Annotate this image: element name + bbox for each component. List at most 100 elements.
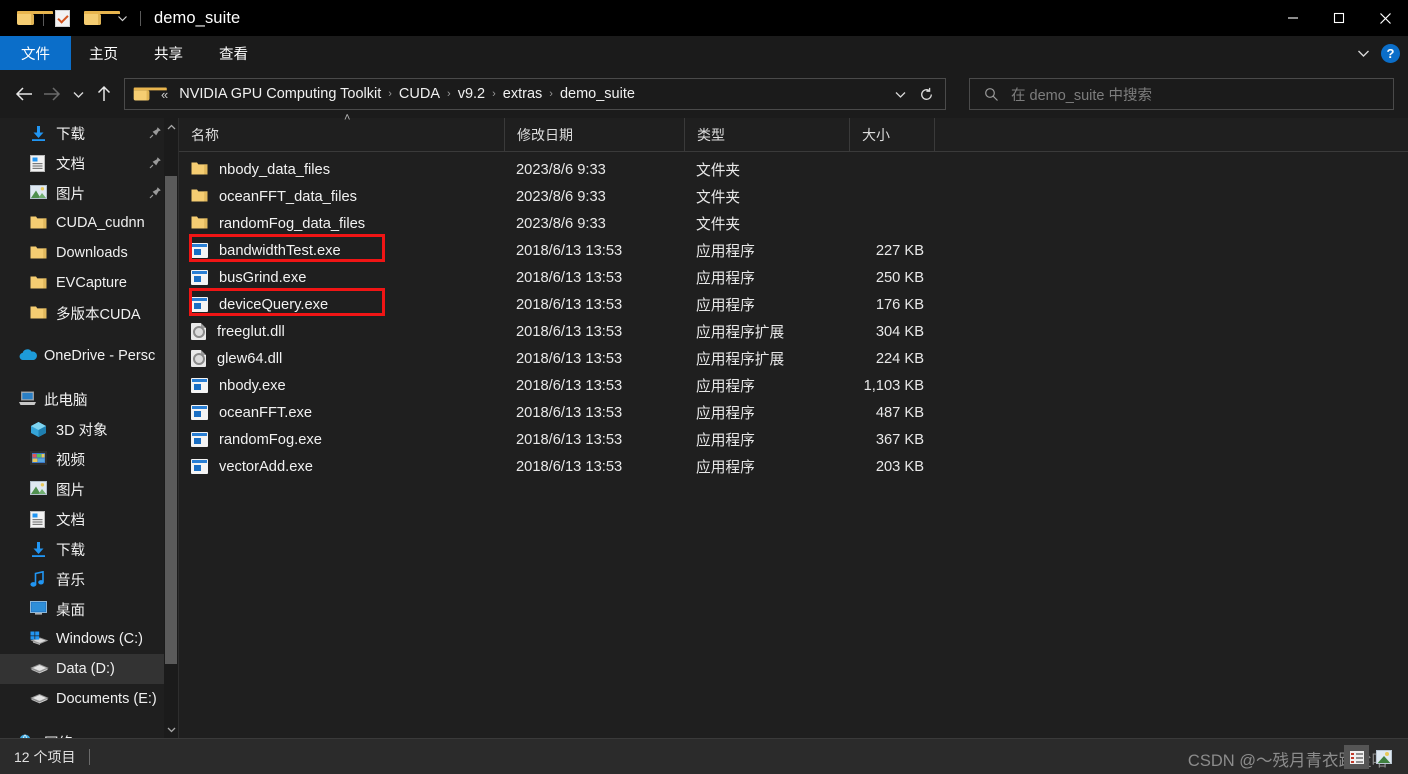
table-row[interactable]: deviceQuery.exe 2018/6/13 13:53 应用程序 176 KB bbox=[179, 291, 1408, 318]
search-box[interactable]: 在 demo_suite 中搜索 bbox=[969, 78, 1394, 110]
help-button[interactable]: ? bbox=[1381, 43, 1400, 63]
sidebar-item-cuda-cudnn[interactable]: CUDA_cudnn bbox=[0, 208, 178, 238]
address-dropdown-button[interactable] bbox=[887, 79, 913, 109]
pin-icon[interactable] bbox=[149, 126, 162, 139]
up-button[interactable] bbox=[90, 79, 118, 109]
file-date-cell: 2023/8/6 9:33 bbox=[516, 188, 606, 205]
column-header-name[interactable]: 名称 ˄ bbox=[179, 112, 504, 152]
table-row[interactable]: nbody.exe 2018/6/13 13:53 应用程序 1,103 KB bbox=[179, 372, 1408, 399]
sidebar-item-downloads[interactable]: Downloads bbox=[0, 238, 178, 268]
recent-locations-button[interactable] bbox=[66, 79, 90, 109]
file-type-cell: 应用程序 bbox=[696, 379, 755, 395]
sidebar-item-[interactable]: 桌面 bbox=[0, 594, 178, 624]
table-row[interactable]: oceanFFT.exe 2018/6/13 13:53 应用程序 487 KB bbox=[179, 399, 1408, 426]
sidebar-item-[interactable]: 文档 bbox=[0, 504, 178, 534]
column-header-name-label: 名称 bbox=[191, 126, 219, 143]
ribbon-collapse-button[interactable] bbox=[1356, 47, 1371, 60]
file-list-pane: 名称 ˄ 修改日期 类型 大小 nbody_data_files 2023/8/6… bbox=[178, 112, 1408, 738]
breadcrumb-item-4[interactable]: demo_suite bbox=[554, 86, 641, 102]
breadcrumb-item-1[interactable]: CUDA bbox=[393, 86, 446, 102]
file-size-cell: 304 KB bbox=[875, 323, 924, 340]
table-row[interactable]: bandwidthTest.exe 2018/6/13 13:53 应用程序 227 … bbox=[179, 237, 1408, 264]
status-bar: 12 个项目 CSDN @～残月青衣踏尘哈 bbox=[0, 738, 1408, 774]
sidebar-scrollbar[interactable] bbox=[164, 118, 178, 738]
search-input[interactable]: 在 demo_suite 中搜索 bbox=[1011, 84, 1152, 105]
sidebar-item-[interactable]: 音乐 bbox=[0, 564, 178, 594]
dll-icon bbox=[191, 323, 206, 340]
table-row[interactable]: glew64.dll 2018/6/13 13:53 应用程序扩展 224 KB bbox=[179, 345, 1408, 372]
pin-icon[interactable] bbox=[149, 156, 162, 169]
quick-access-folder-icon[interactable] bbox=[10, 3, 53, 33]
pin-icon[interactable] bbox=[149, 186, 162, 199]
sidebar-item-cuda[interactable]: 多版本CUDA bbox=[0, 298, 178, 328]
quick-access-dropdown[interactable] bbox=[107, 3, 137, 33]
forward-button[interactable] bbox=[38, 79, 66, 109]
folder-icon bbox=[191, 215, 208, 232]
table-row[interactable]: oceanFFT_data_files 2023/8/6 9:33 文件夹 bbox=[179, 183, 1408, 210]
column-header-size[interactable]: 大小 bbox=[849, 117, 934, 152]
quick-access-new-folder-icon[interactable] bbox=[77, 3, 120, 33]
sidebar-item-[interactable]: 文档 bbox=[0, 148, 178, 178]
sidebar-item-3d[interactable]: 3D 对象 bbox=[0, 414, 178, 444]
table-row[interactable]: vectorAdd.exe 2018/6/13 13:53 应用程序 203 KB bbox=[179, 453, 1408, 480]
file-date-cell: 2018/6/13 13:53 bbox=[516, 431, 623, 448]
quick-access-properties-icon[interactable] bbox=[47, 3, 77, 33]
file-type-cell: 应用程序扩展 bbox=[696, 352, 785, 368]
close-button[interactable] bbox=[1362, 0, 1408, 36]
tab-home[interactable]: 主页 bbox=[71, 36, 136, 70]
breadcrumb-item-0[interactable]: NVIDIA GPU Computing Toolkit bbox=[173, 86, 387, 102]
file-name-label: deviceQuery.exe bbox=[219, 296, 329, 313]
sidebar-item-documents-e[interactable]: Documents (E:) bbox=[0, 684, 178, 714]
column-header-type[interactable]: 类型 bbox=[684, 117, 849, 152]
sidebar-item-[interactable]: 网络 bbox=[0, 727, 178, 738]
sidebar-item-[interactable]: 下载 bbox=[0, 118, 178, 148]
tab-share[interactable]: 共享 bbox=[136, 36, 201, 70]
sidebar-item-[interactable]: 此电脑 bbox=[0, 384, 178, 414]
tab-view[interactable]: 查看 bbox=[201, 36, 266, 70]
maximize-button[interactable] bbox=[1316, 0, 1362, 36]
sidebar-item-data-d[interactable]: Data (D:) bbox=[0, 654, 178, 684]
scrollbar-thumb[interactable] bbox=[165, 176, 177, 664]
file-date-cell: 2023/8/6 9:33 bbox=[516, 161, 606, 178]
sidebar-item-[interactable]: 下载 bbox=[0, 534, 178, 564]
file-type-cell: 应用程序 bbox=[696, 433, 755, 449]
exe-icon bbox=[191, 297, 208, 312]
file-name-cell: deviceQuery.exe bbox=[179, 297, 504, 313]
nav-group-gap bbox=[0, 328, 178, 341]
breadcrumb-item-2[interactable]: v9.2 bbox=[452, 86, 491, 102]
table-row[interactable]: randomFog.exe 2018/6/13 13:53 应用程序 367 KB bbox=[179, 426, 1408, 453]
table-row[interactable]: randomFog_data_files 2023/8/6 9:33 文件夹 bbox=[179, 210, 1408, 237]
table-row[interactable]: freeglut.dll 2018/6/13 13:53 应用程序扩展 304 KB bbox=[179, 318, 1408, 345]
folder-icon bbox=[133, 87, 167, 101]
minimize-button[interactable] bbox=[1270, 0, 1316, 36]
main-content: 下载 文档 图片 CUDA_cudnn Downloads EVCapture 多版本CUD… bbox=[0, 112, 1408, 738]
back-button[interactable] bbox=[10, 79, 38, 109]
table-row[interactable]: busGrind.exe 2018/6/13 13:53 应用程序 250 KB bbox=[179, 264, 1408, 291]
arrow-left-icon bbox=[15, 87, 32, 101]
sidebar-item-[interactable]: 视频 bbox=[0, 444, 178, 474]
file-name-cell: oceanFFT_data_files bbox=[179, 188, 504, 205]
large-icons-view-button[interactable] bbox=[1371, 745, 1396, 769]
sidebar-item-[interactable]: 图片 bbox=[0, 178, 178, 208]
scroll-up-button[interactable] bbox=[164, 118, 178, 136]
scroll-down-button[interactable] bbox=[164, 720, 178, 738]
breadcrumb-bar[interactable]: « NVIDIA GPU Computing Toolkit › CUDA › … bbox=[124, 78, 946, 110]
refresh-button[interactable] bbox=[913, 79, 939, 109]
table-row[interactable]: nbody_data_files 2023/8/6 9:33 文件夹 bbox=[179, 156, 1408, 183]
folder-icon bbox=[191, 161, 208, 178]
breadcrumb-item-3[interactable]: extras bbox=[497, 86, 549, 102]
file-name-label: vectorAdd.exe bbox=[219, 458, 313, 475]
file-size-cell: 1,103 KB bbox=[863, 377, 924, 394]
chevron-down-icon bbox=[1358, 50, 1369, 57]
sidebar-item-[interactable]: 图片 bbox=[0, 474, 178, 504]
sidebar-item-windows-c[interactable]: Windows (C:) bbox=[0, 624, 178, 654]
tab-file[interactable]: 文件 bbox=[0, 36, 71, 70]
sidebar-item-label: OneDrive - Persc bbox=[44, 348, 156, 364]
sidebar-item-onedrive-persc[interactable]: OneDrive - Persc bbox=[0, 341, 178, 371]
column-header-spare[interactable] bbox=[934, 117, 974, 152]
sidebar-item-evcapture[interactable]: EVCapture bbox=[0, 268, 178, 298]
details-view-button[interactable] bbox=[1344, 745, 1369, 769]
column-header-date[interactable]: 修改日期 bbox=[504, 117, 684, 152]
sidebar-item-label: 视频 bbox=[56, 452, 85, 469]
sort-ascending-icon: ˄ bbox=[344, 111, 351, 124]
